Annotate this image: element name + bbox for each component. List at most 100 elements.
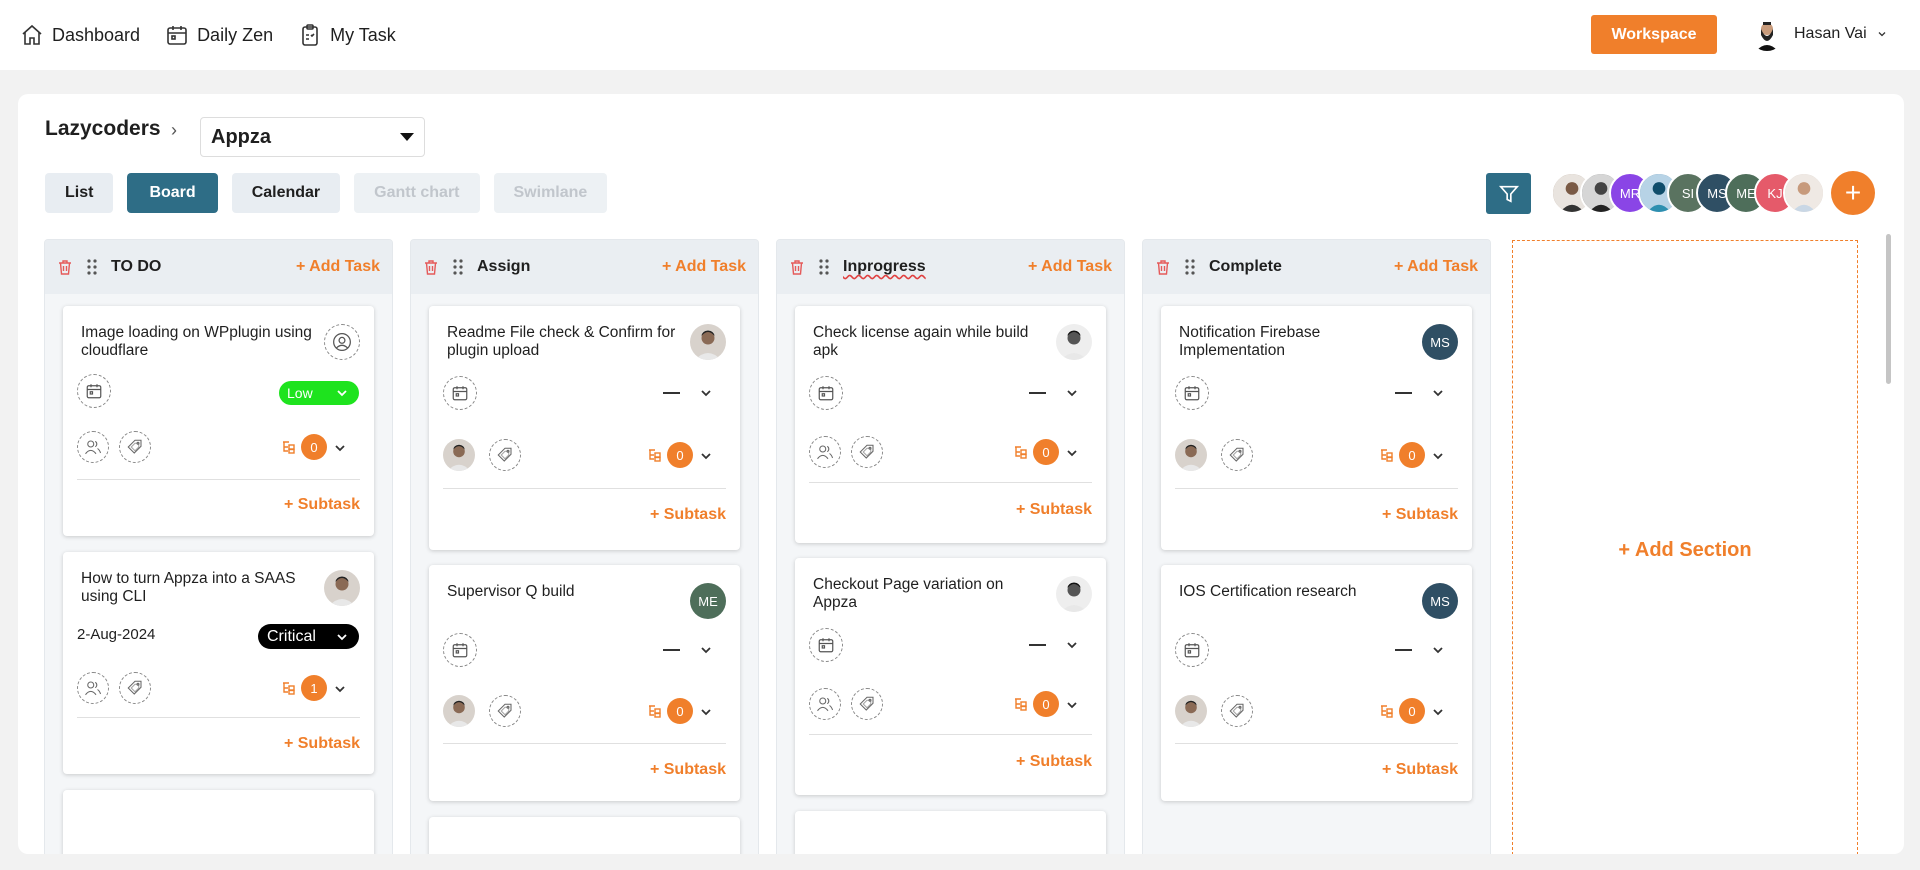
member-avatar[interactable] — [443, 439, 475, 471]
add-section-button[interactable]: + Add Section — [1512, 240, 1858, 854]
calendar-icon[interactable] — [77, 374, 111, 408]
assignee-avatar[interactable] — [1056, 324, 1092, 360]
subtask-chevron-down-icon[interactable] — [1431, 705, 1443, 717]
add-task-button[interactable]: + Add Task — [662, 258, 746, 276]
task-card-partial[interactable] — [795, 811, 1106, 854]
tab-calendar[interactable]: Calendar — [231, 173, 341, 213]
tab-gantt-chart[interactable]: Gantt chart — [354, 173, 480, 213]
task-title[interactable]: Supervisor Q build — [447, 583, 682, 601]
member-avatar[interactable] — [1175, 439, 1207, 471]
calendar-icon[interactable] — [809, 376, 843, 410]
task-card-partial[interactable] — [429, 817, 740, 854]
drag-handle-icon[interactable] — [1184, 258, 1196, 276]
task-title[interactable]: Checkout Page variation on Appza — [813, 576, 1048, 612]
add-members-icon[interactable] — [77, 431, 109, 463]
priority-none-icon[interactable] — [1029, 644, 1046, 646]
task-card[interactable]: Supervisor Q build ME 0 + Subtask — [429, 565, 740, 801]
add-subtask-button[interactable]: + Subtask — [284, 735, 360, 753]
member-avatar[interactable] — [1175, 695, 1207, 727]
add-members-icon[interactable] — [77, 672, 109, 704]
drag-handle-icon[interactable] — [452, 258, 464, 276]
task-card[interactable]: Image loading on WPplugin using cloudfla… — [63, 306, 374, 536]
calendar-icon[interactable] — [1175, 633, 1209, 667]
subtask-count[interactable]: 0 — [667, 698, 693, 724]
subtask-chevron-down-icon[interactable] — [1065, 446, 1077, 458]
add-members-icon[interactable] — [809, 688, 841, 720]
task-card[interactable]: Checkout Page variation on Appza 0 + Subta… — [795, 558, 1106, 795]
add-subtask-button[interactable]: + Subtask — [1382, 506, 1458, 524]
tag-icon[interactable] — [489, 439, 521, 471]
add-subtask-button[interactable]: + Subtask — [650, 506, 726, 524]
nav-dashboard[interactable]: Dashboard — [20, 23, 140, 47]
assignee-avatar[interactable]: ME — [690, 583, 726, 619]
add-task-button[interactable]: + Add Task — [296, 258, 380, 276]
task-title[interactable]: Notification Firebase Implementation — [1179, 324, 1414, 360]
member-avatar[interactable] — [443, 695, 475, 727]
task-card[interactable]: How to turn Appza into a SAAS using CLI 2… — [63, 552, 374, 774]
delete-column-icon[interactable] — [57, 259, 73, 276]
add-members-icon[interactable] — [809, 436, 841, 468]
calendar-icon[interactable] — [443, 633, 477, 667]
assignee-avatar[interactable] — [690, 324, 726, 360]
tag-icon[interactable] — [851, 688, 883, 720]
task-title[interactable]: Image loading on WPplugin using cloudfla… — [81, 324, 316, 360]
task-card[interactable]: IOS Certification research MS 0 + Subtask — [1161, 565, 1472, 801]
subtask-count[interactable]: 0 — [1033, 691, 1059, 717]
task-card[interactable]: Notification Firebase Implementation MS 0 +… — [1161, 306, 1472, 550]
task-title[interactable]: IOS Certification research — [1179, 583, 1414, 601]
assignee-avatar[interactable]: MS — [1422, 324, 1458, 360]
task-title[interactable]: Readme File check & Confirm for plugin u… — [447, 324, 682, 360]
tag-icon[interactable] — [851, 436, 883, 468]
add-subtask-button[interactable]: + Subtask — [650, 761, 726, 779]
delete-column-icon[interactable] — [789, 259, 805, 276]
subtask-count[interactable]: 0 — [1399, 442, 1425, 468]
tag-icon[interactable] — [489, 695, 521, 727]
add-member-button[interactable]: + — [1831, 171, 1875, 215]
task-title[interactable]: Check license again while build apk — [813, 324, 1048, 360]
calendar-icon[interactable] — [1175, 376, 1209, 410]
assignee-avatar[interactable] — [1056, 576, 1092, 612]
tab-list[interactable]: List — [45, 173, 114, 213]
subtask-chevron-down-icon[interactable] — [333, 441, 345, 453]
priority-badge[interactable]: Critical — [258, 624, 359, 649]
priority-chevron-down-icon[interactable] — [1431, 643, 1443, 655]
tab-board[interactable]: Board — [127, 173, 218, 213]
subtask-chevron-down-icon[interactable] — [333, 682, 345, 694]
tag-icon[interactable] — [1221, 695, 1253, 727]
add-subtask-button[interactable]: + Subtask — [284, 496, 360, 514]
subtask-chevron-down-icon[interactable] — [699, 449, 711, 461]
user-menu[interactable]: Hasan Vai — [1750, 17, 1887, 51]
priority-none-icon[interactable] — [663, 649, 680, 651]
task-card-partial[interactable] — [63, 790, 374, 854]
subtask-chevron-down-icon[interactable] — [699, 705, 711, 717]
subtask-count[interactable]: 0 — [667, 442, 693, 468]
priority-chevron-down-icon[interactable] — [699, 643, 711, 655]
project-select[interactable]: Appza — [200, 117, 425, 157]
tag-icon[interactable] — [119, 431, 151, 463]
assignee-avatar[interactable]: MS — [1422, 583, 1458, 619]
subtask-chevron-down-icon[interactable] — [1431, 449, 1443, 461]
task-card[interactable]: Check license again while build apk 0 + Su… — [795, 306, 1106, 543]
priority-badge[interactable]: Low — [279, 381, 359, 405]
subtask-count[interactable]: 0 — [1033, 439, 1059, 465]
workspace-button[interactable]: Workspace — [1591, 15, 1717, 54]
filter-button[interactable] — [1486, 173, 1531, 214]
priority-chevron-down-icon[interactable] — [1065, 386, 1077, 398]
priority-none-icon[interactable] — [1395, 649, 1412, 651]
add-subtask-button[interactable]: + Subtask — [1016, 753, 1092, 771]
subtask-count[interactable]: 1 — [301, 675, 327, 701]
assign-user-icon[interactable] — [324, 324, 360, 360]
add-subtask-button[interactable]: + Subtask — [1382, 761, 1458, 779]
tab-swimlane[interactable]: Swimlane — [493, 173, 608, 213]
member-avatar[interactable] — [1783, 172, 1825, 214]
delete-column-icon[interactable] — [423, 259, 439, 276]
priority-none-icon[interactable] — [1029, 392, 1046, 394]
priority-chevron-down-icon[interactable] — [1431, 386, 1443, 398]
add-task-button[interactable]: + Add Task — [1028, 258, 1112, 276]
priority-chevron-down-icon[interactable] — [1065, 638, 1077, 650]
subtask-count[interactable]: 0 — [301, 434, 327, 460]
tag-icon[interactable] — [119, 672, 151, 704]
nav-my-task[interactable]: My Task — [298, 23, 396, 47]
task-card[interactable]: Readme File check & Confirm for plugin u… — [429, 306, 740, 550]
subtask-chevron-down-icon[interactable] — [1065, 698, 1077, 710]
